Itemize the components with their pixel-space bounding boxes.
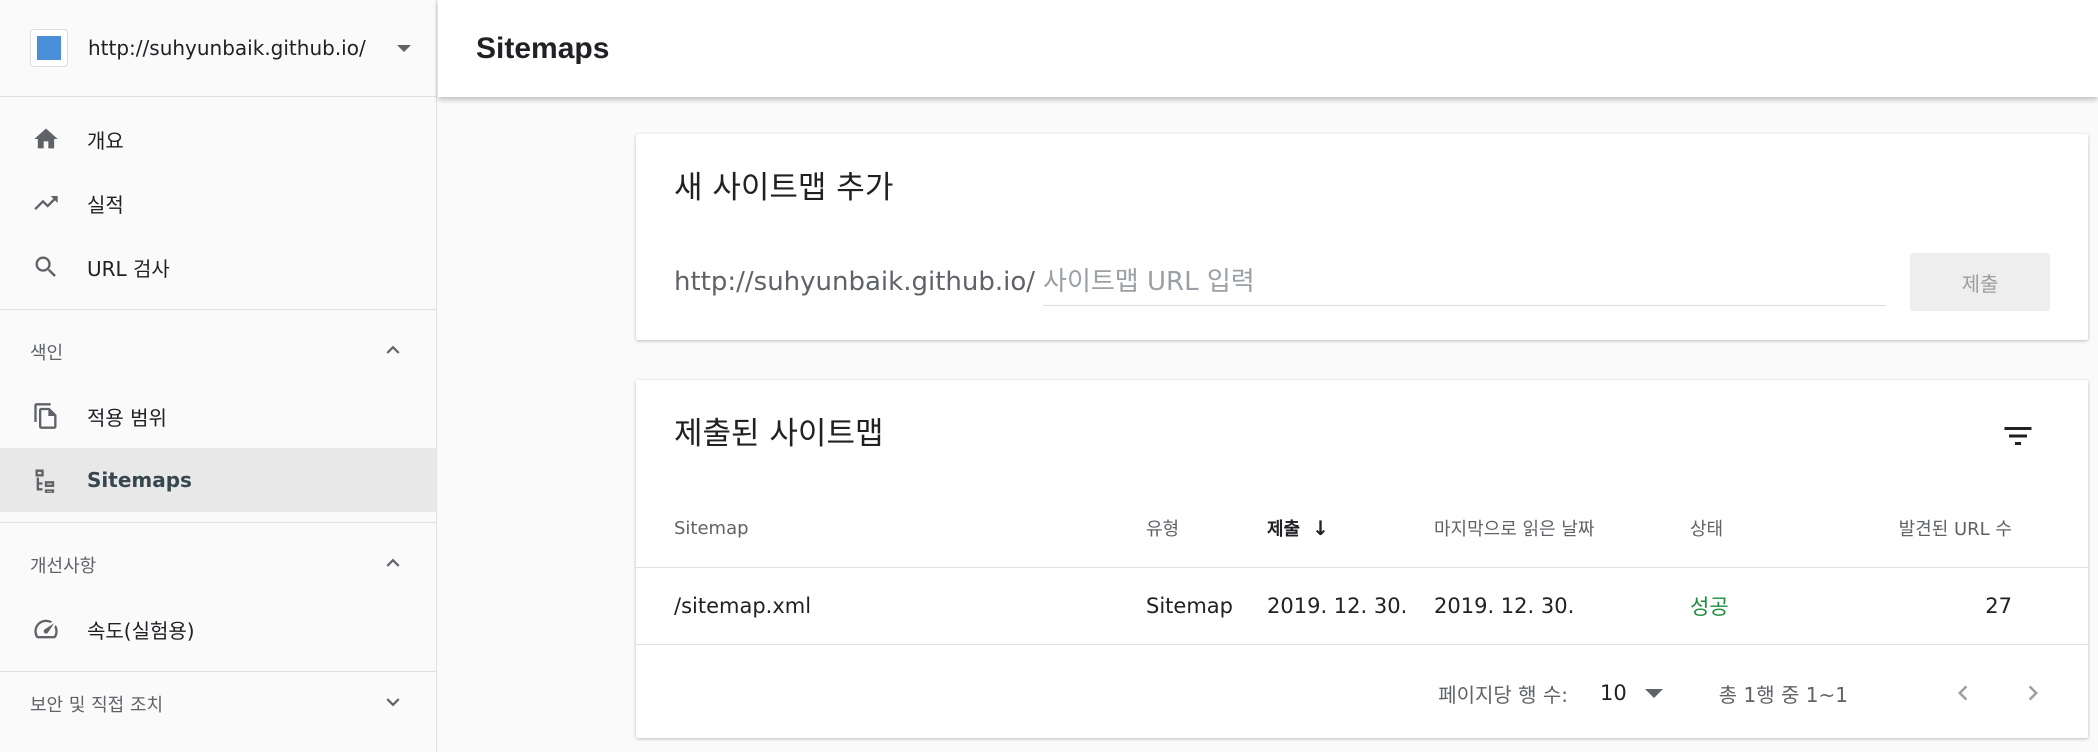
sitemap-url-row: http://suhyunbaik.github.io/ 제출 — [674, 252, 2050, 312]
cell-submitted: 2019. 12. 30. — [1267, 567, 1434, 645]
chevron-up-icon — [380, 337, 406, 368]
chevron-up-icon — [380, 550, 406, 581]
sidebar-item-url-inspection[interactable]: URL 검사 — [0, 235, 436, 299]
section-title: 색인 — [30, 343, 64, 364]
rows-per-page-label: 페이지당 행 수: — [1438, 682, 1569, 707]
submitted-sitemaps-card: 제출된 사이트맵 Sitemap 유형 제출 ↓ 마지막으로 읽은 날짜 상태 발… — [636, 380, 2088, 738]
previous-page-button[interactable] — [1948, 678, 1978, 708]
nav-group-index: 색인 적용 범위 Sitemaps — [0, 310, 436, 523]
sidebar-item-label: URL 검사 — [87, 256, 170, 281]
add-sitemap-card: 새 사이트맵 추가 http://suhyunbaik.github.io/ 제… — [636, 134, 2088, 340]
sidebar-item-performance[interactable]: 실적 — [0, 171, 436, 235]
chevron-left-icon — [1958, 685, 1968, 701]
table-row[interactable]: /sitemap.xml Sitemap 2019. 12. 30. 2019.… — [636, 567, 2088, 645]
section-header-index[interactable]: 색인 — [0, 320, 436, 384]
property-icon — [30, 29, 68, 67]
rows-per-page-select[interactable]: 10 — [1600, 681, 1627, 705]
cell-type: Sitemap — [1146, 567, 1267, 645]
sidebar-item-coverage[interactable]: 적용 범위 — [0, 384, 436, 448]
sidebar-item-label: 개요 — [87, 128, 124, 153]
dropdown-arrow-icon[interactable] — [1644, 688, 1663, 698]
property-url: http://suhyunbaik.github.io/ — [88, 36, 366, 60]
column-header-status[interactable]: 상태 — [1690, 490, 1855, 568]
property-selector[interactable]: http://suhyunbaik.github.io/ — [0, 0, 436, 97]
sitemap-url-input[interactable] — [1043, 258, 1886, 306]
trending-up-icon — [30, 187, 62, 219]
sidebar: http://suhyunbaik.github.io/ 개요 실적 URL 검… — [0, 0, 437, 752]
page-title: Sitemaps — [476, 31, 610, 65]
column-header-last-read[interactable]: 마지막으로 읽은 날짜 — [1434, 490, 1690, 568]
top-bar: Sitemaps — [438, 0, 2098, 97]
column-header-type[interactable]: 유형 — [1146, 490, 1267, 568]
chevron-down-icon — [380, 689, 406, 720]
sidebar-item-label: 적용 범위 — [87, 405, 167, 430]
filter-icon[interactable] — [2000, 418, 2036, 458]
sitemap-icon — [30, 464, 62, 496]
cell-sitemap: /sitemap.xml — [636, 567, 1146, 645]
copy-pages-icon — [30, 400, 62, 432]
cell-discovered-urls: 27 — [1855, 567, 2088, 645]
speedometer-icon — [30, 613, 62, 645]
section-title: 개선사항 — [30, 556, 97, 577]
add-sitemap-title: 새 사이트맵 추가 — [674, 170, 894, 206]
column-header-submitted[interactable]: 제출 ↓ — [1267, 490, 1434, 568]
submit-button[interactable]: 제출 — [1910, 253, 2050, 311]
sidebar-item-label: 실적 — [87, 192, 124, 217]
nav-group-main: 개요 실적 URL 검사 — [0, 97, 436, 310]
arrow-down-icon: ↓ — [1312, 516, 1329, 541]
column-header-sitemap[interactable]: Sitemap — [636, 490, 1146, 568]
url-prefix: http://suhyunbaik.github.io/ — [674, 267, 1036, 297]
pagination: 페이지당 행 수: 10 총 1행 중 1~1 — [636, 648, 2088, 738]
sidebar-item-speed[interactable]: 속도(실험용) — [0, 597, 436, 661]
sidebar-item-overview[interactable]: 개요 — [0, 107, 436, 171]
sitemaps-table: Sitemap 유형 제출 ↓ 마지막으로 읽은 날짜 상태 발견된 URL 수 … — [636, 490, 2088, 645]
cell-last-read: 2019. 12. 30. — [1434, 567, 1690, 645]
table-header-row: Sitemap 유형 제출 ↓ 마지막으로 읽은 날짜 상태 발견된 URL 수 — [636, 490, 2088, 568]
next-page-button[interactable] — [2018, 678, 2048, 708]
search-icon — [30, 251, 62, 283]
submitted-sitemaps-title: 제출된 사이트맵 — [674, 416, 884, 452]
section-header-enhancements[interactable]: 개선사항 — [0, 533, 436, 597]
section-title: 보안 및 직접 조치 — [30, 695, 164, 716]
chevron-right-icon — [2028, 685, 2038, 701]
dropdown-arrow-icon[interactable] — [397, 44, 411, 52]
cell-status: 성공 — [1690, 567, 1855, 645]
section-header-security[interactable]: 보안 및 직접 조치 — [0, 672, 436, 736]
nav-group-enhancements: 개선사항 속도(실험용) — [0, 523, 436, 672]
sidebar-item-label: 속도(실험용) — [87, 618, 195, 643]
column-header-discovered-urls[interactable]: 발견된 URL 수 — [1855, 490, 2088, 568]
nav-group-security: 보안 및 직접 조치 — [0, 672, 436, 736]
sidebar-item-label: Sitemaps — [87, 468, 192, 492]
column-label: 제출 — [1267, 519, 1301, 541]
page-range: 총 1행 중 1~1 — [1718, 682, 1848, 707]
sidebar-item-sitemaps[interactable]: Sitemaps — [0, 448, 436, 512]
home-icon — [30, 123, 62, 155]
